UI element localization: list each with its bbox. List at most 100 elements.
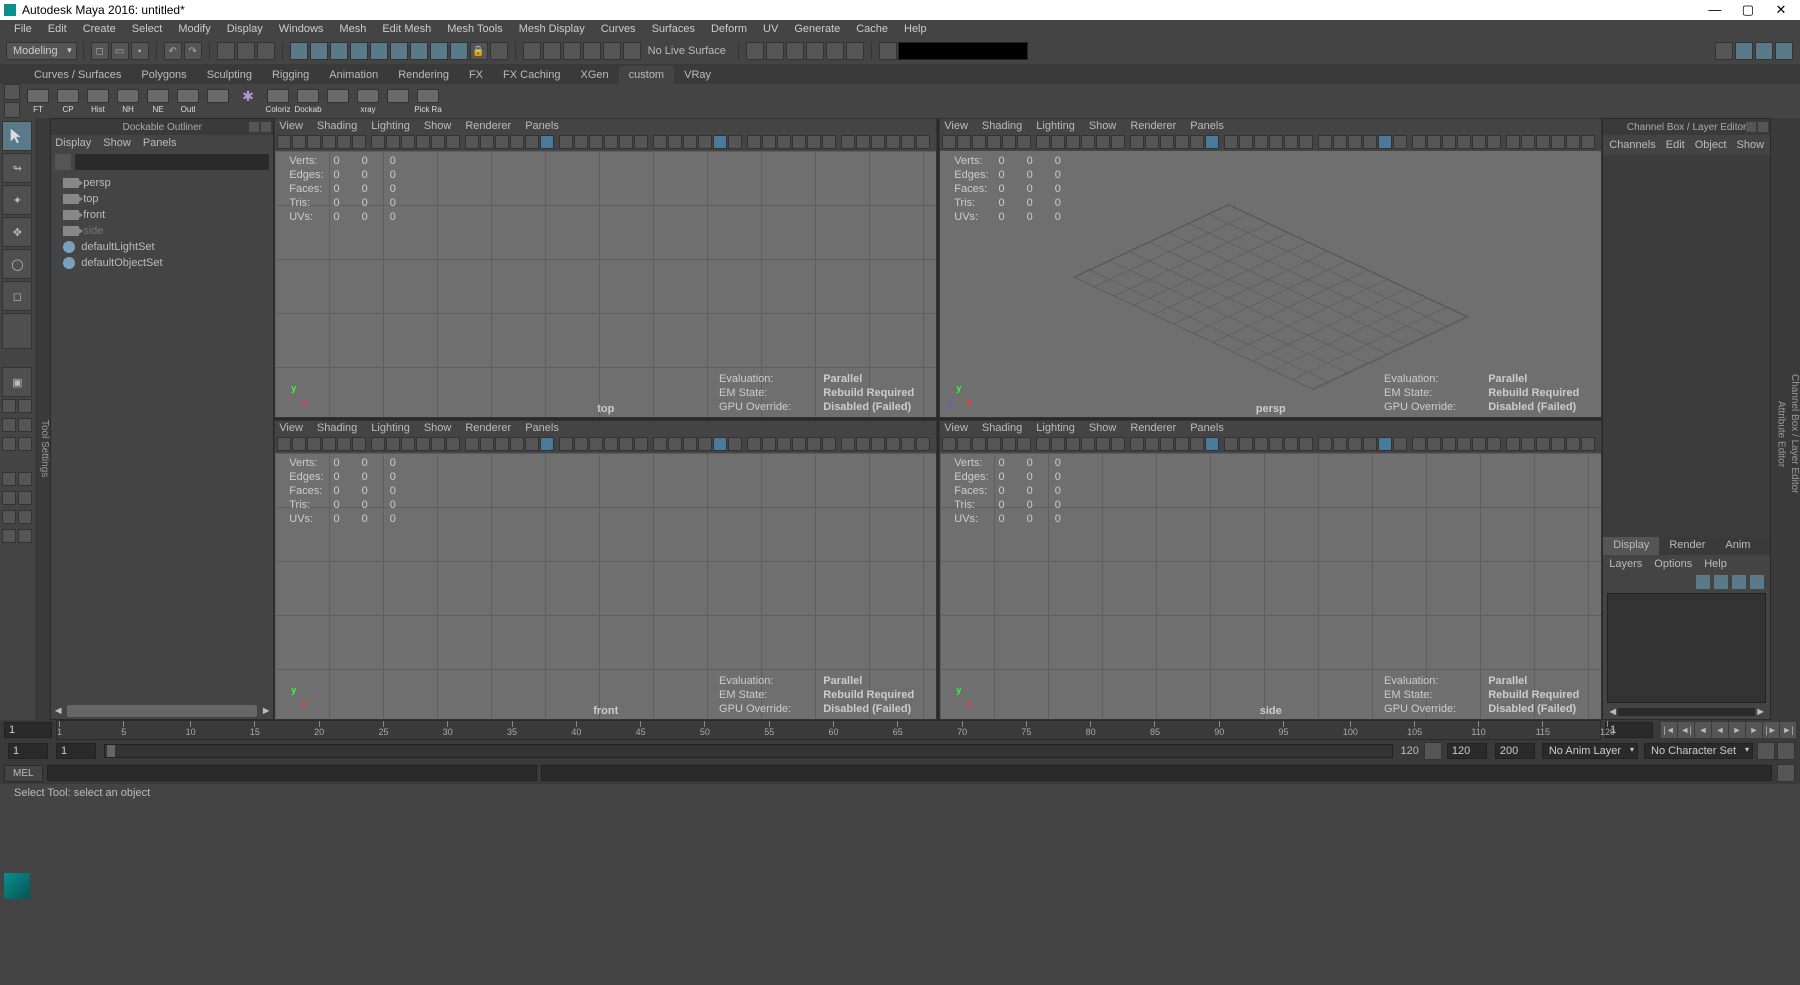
mask-6-icon[interactable] [390, 42, 408, 60]
channel-box-body[interactable] [1603, 155, 1770, 537]
viewport-tool-16[interactable] [525, 135, 539, 149]
viewport-tool-4[interactable] [337, 437, 351, 451]
viewport-tool-2[interactable] [307, 135, 321, 149]
viewport-tool-1[interactable] [292, 135, 306, 149]
outliner-item-side[interactable]: side [55, 223, 269, 239]
viewport-tool-35[interactable] [822, 135, 836, 149]
layout-n[interactable] [18, 529, 32, 543]
shelf-tab-rendering[interactable]: Rendering [388, 66, 459, 84]
render-view-icon[interactable] [826, 42, 844, 60]
viewport-menu-shading[interactable]: Shading [317, 120, 357, 132]
shelf-tab-sculpting[interactable]: Sculpting [197, 66, 262, 84]
viewport-tool-12[interactable] [1130, 135, 1144, 149]
viewport-tool-36[interactable] [841, 135, 855, 149]
snap-plane-icon[interactable] [583, 42, 601, 60]
viewport-tool-37[interactable] [856, 437, 870, 451]
viewport-menu-renderer[interactable]: Renderer [465, 422, 511, 434]
channel-box-tab[interactable]: Channel Box / Layer Editor [1786, 118, 1800, 720]
viewport-tool-32[interactable] [1442, 135, 1456, 149]
viewport-tool-20[interactable] [1254, 135, 1268, 149]
layer-tab-display[interactable]: Display [1603, 537, 1659, 555]
cb-menu-show[interactable]: Show [1737, 139, 1765, 151]
sidebar-toggle-2-icon[interactable] [1735, 42, 1753, 60]
new-scene-icon[interactable]: ◻ [91, 42, 109, 60]
select-tool[interactable] [2, 121, 32, 151]
viewport-tool-41[interactable] [916, 135, 930, 149]
viewport-tool-23[interactable] [1299, 135, 1313, 149]
viewport-tool-28[interactable] [713, 437, 727, 451]
viewport-menu-shading[interactable]: Shading [982, 120, 1022, 132]
menu-curves[interactable]: Curves [593, 23, 644, 35]
viewport-tool-26[interactable] [1348, 437, 1362, 451]
viewport-tool-19[interactable] [1239, 437, 1253, 451]
viewport-tool-25[interactable] [1333, 135, 1347, 149]
viewport-menu-show[interactable]: Show [424, 120, 452, 132]
viewport-tool-35[interactable] [1487, 135, 1501, 149]
menu-mesh[interactable]: Mesh [331, 23, 374, 35]
shelf-menu-icon[interactable] [4, 84, 20, 100]
viewport-menu-lighting[interactable]: Lighting [371, 422, 410, 434]
outliner-search-input[interactable] [75, 154, 269, 170]
viewport-tool-23[interactable] [634, 135, 648, 149]
viewport-top[interactable]: ViewShadingLightingShowRendererPanels Ve… [274, 118, 937, 418]
viewport-tool-39[interactable] [886, 135, 900, 149]
layout-c[interactable] [2, 418, 16, 432]
viewport-tool-5[interactable] [352, 135, 366, 149]
viewport-tool-30[interactable] [747, 135, 761, 149]
shelf-tab-custom[interactable]: custom [619, 66, 674, 84]
viewport-tool-17[interactable] [1205, 437, 1219, 451]
viewport-menu-lighting[interactable]: Lighting [371, 120, 410, 132]
shelf-button-item-12[interactable] [384, 89, 412, 114]
viewport-tool-34[interactable] [1472, 437, 1486, 451]
menu-display[interactable]: Display [219, 23, 271, 35]
viewport-tool-11[interactable] [1111, 437, 1125, 451]
make-live-icon[interactable] [623, 42, 641, 60]
viewport-tool-17[interactable] [540, 135, 554, 149]
range-track[interactable] [104, 744, 1393, 758]
viewport-tool-27[interactable] [1363, 437, 1377, 451]
outliner-filter-icon[interactable] [55, 154, 71, 170]
outliner-tree[interactable]: persptopfrontsidedefaultLightSetdefaultO… [51, 173, 273, 703]
outliner-popout-icon[interactable] [249, 122, 259, 132]
viewport-tool-2[interactable] [972, 135, 986, 149]
last-tool[interactable] [2, 313, 32, 349]
layer-scroll-right-icon[interactable]: ► [1755, 706, 1766, 718]
layer-icon-4[interactable] [1750, 575, 1764, 589]
viewport-tool-41[interactable] [1581, 437, 1595, 451]
shelf-edit-icon[interactable] [4, 102, 20, 118]
layer-menu-layers[interactable]: Layers [1609, 558, 1642, 570]
layer-icon-2[interactable] [1714, 575, 1728, 589]
shelf-tab-xgen[interactable]: XGen [571, 66, 619, 84]
anim-layer-dropdown[interactable]: No Anim Layer [1542, 743, 1638, 759]
viewport-tool-7[interactable] [1051, 437, 1065, 451]
menu-create[interactable]: Create [75, 23, 124, 35]
viewport-tool-16[interactable] [1190, 437, 1204, 451]
viewport-tool-14[interactable] [495, 135, 509, 149]
shelf-button-item-6[interactable] [204, 89, 232, 114]
menu-deform[interactable]: Deform [703, 23, 755, 35]
viewport-tool-1[interactable] [957, 437, 971, 451]
shelf-button-NE[interactable]: NE [144, 89, 172, 114]
menu-file[interactable]: File [6, 23, 40, 35]
viewport-menu-view[interactable]: View [279, 422, 303, 434]
viewport-tool-36[interactable] [1506, 437, 1520, 451]
viewport-tool-5[interactable] [1017, 437, 1031, 451]
viewport-tool-31[interactable] [762, 135, 776, 149]
sidebar-toggle-3-icon[interactable] [1755, 42, 1773, 60]
viewport-side[interactable]: ViewShadingLightingShowRendererPanels Ve… [939, 420, 1602, 720]
range-max-field[interactable] [1495, 743, 1535, 759]
viewport-menu-show[interactable]: Show [1089, 422, 1117, 434]
open-scene-icon[interactable]: ▭ [111, 42, 129, 60]
shelf-button-Pick Ra[interactable]: Pick Ra [414, 89, 442, 114]
shelf-tab-fx-caching[interactable]: FX Caching [493, 66, 570, 84]
viewport-tool-40[interactable] [901, 135, 915, 149]
viewport-tool-30[interactable] [747, 437, 761, 451]
viewport-tool-40[interactable] [1566, 437, 1580, 451]
viewport-tool-12[interactable] [1130, 437, 1144, 451]
viewport-tool-3[interactable] [987, 135, 1001, 149]
menu-edit-mesh[interactable]: Edit Mesh [374, 23, 439, 35]
viewport-tool-0[interactable] [942, 437, 956, 451]
construction-history-icon[interactable] [746, 42, 764, 60]
play-back-icon[interactable]: ◄ [1712, 722, 1728, 738]
viewport-menu-renderer[interactable]: Renderer [465, 120, 511, 132]
